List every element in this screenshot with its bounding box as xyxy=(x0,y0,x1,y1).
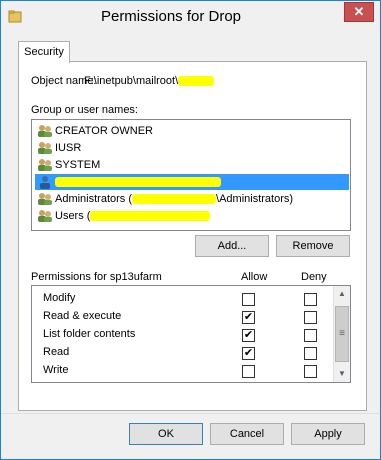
deny-checkbox[interactable] xyxy=(304,311,317,324)
object-name-value: F:\inetpub\mailroot\ xyxy=(84,75,215,87)
user-group-icon xyxy=(38,193,52,205)
permission-row: List folder contents ✔ xyxy=(32,326,334,344)
allow-checkbox[interactable]: ✔ xyxy=(242,347,255,360)
permission-name: Modify xyxy=(43,292,76,304)
permissions-list: Modify Read & execute ✔ List folder cont… xyxy=(31,285,351,383)
redacted-mark xyxy=(55,177,221,188)
redacted-mark xyxy=(90,211,211,222)
window-title: Permissions for Drop xyxy=(100,8,242,25)
permission-row: Read & execute ✔ xyxy=(32,308,334,326)
deny-checkbox[interactable] xyxy=(304,365,317,378)
permission-row: Read ✔ xyxy=(32,344,334,362)
list-item[interactable]: Users ( xyxy=(35,208,349,224)
allow-checkbox[interactable] xyxy=(242,293,255,306)
apply-button[interactable]: Apply xyxy=(291,423,365,445)
deny-checkbox[interactable] xyxy=(304,293,317,306)
scroll-down-icon[interactable]: ▼ xyxy=(334,366,350,382)
user-group-icon xyxy=(38,125,52,137)
permission-row: Write xyxy=(32,362,334,380)
user-group-icon xyxy=(38,210,52,222)
user-group-icon xyxy=(38,142,52,154)
user-icon xyxy=(40,176,50,189)
group-names-label: Group or user names: xyxy=(31,104,138,116)
allow-checkbox[interactable]: ✔ xyxy=(242,311,255,324)
permissions-label: Permissions for sp13ufarm xyxy=(31,271,162,283)
scroll-thumb[interactable]: ≡ xyxy=(335,306,349,362)
permission-name: List folder contents xyxy=(43,328,136,340)
permissions-scrollbar[interactable]: ▲ ≡ ▼ xyxy=(333,286,350,382)
footer-divider xyxy=(1,413,380,414)
permissions-dialog: Permissions for Drop ✕ Security Object n… xyxy=(0,0,381,460)
close-button[interactable]: ✕ xyxy=(344,2,374,22)
group-user-list[interactable]: CREATOR OWNER IUSR SYSTEM Administrators… xyxy=(31,119,351,231)
permission-name: Read xyxy=(43,346,70,358)
user-group-icon xyxy=(38,159,52,171)
add-button[interactable]: Add... xyxy=(195,235,269,257)
list-item[interactable]: CREATOR OWNER xyxy=(35,123,349,139)
title-bar[interactable]: Permissions for Drop ✕ xyxy=(1,1,380,35)
list-item[interactable]: SYSTEM xyxy=(35,157,349,173)
permission-name: Read & execute xyxy=(43,310,122,322)
ok-button[interactable]: OK xyxy=(129,423,203,445)
allow-header: Allow xyxy=(241,271,268,283)
tab-security[interactable]: Security xyxy=(18,41,70,63)
list-item[interactable]: Administrators (\Administrators) xyxy=(35,191,349,207)
scroll-up-icon[interactable]: ▲ xyxy=(334,286,350,302)
list-item-selected[interactable] xyxy=(35,174,349,190)
list-item[interactable]: IUSR xyxy=(35,140,349,156)
deny-header: Deny xyxy=(301,271,327,283)
redacted-mark xyxy=(132,194,217,205)
redacted-mark xyxy=(178,76,215,87)
permission-name: Write xyxy=(43,364,69,376)
allow-checkbox[interactable] xyxy=(242,365,255,378)
remove-button[interactable]: Remove xyxy=(276,235,350,257)
permission-row: Modify xyxy=(32,290,334,308)
cancel-button[interactable]: Cancel xyxy=(210,423,284,445)
allow-checkbox[interactable]: ✔ xyxy=(242,329,255,342)
deny-checkbox[interactable] xyxy=(304,329,317,342)
deny-checkbox[interactable] xyxy=(304,347,317,360)
